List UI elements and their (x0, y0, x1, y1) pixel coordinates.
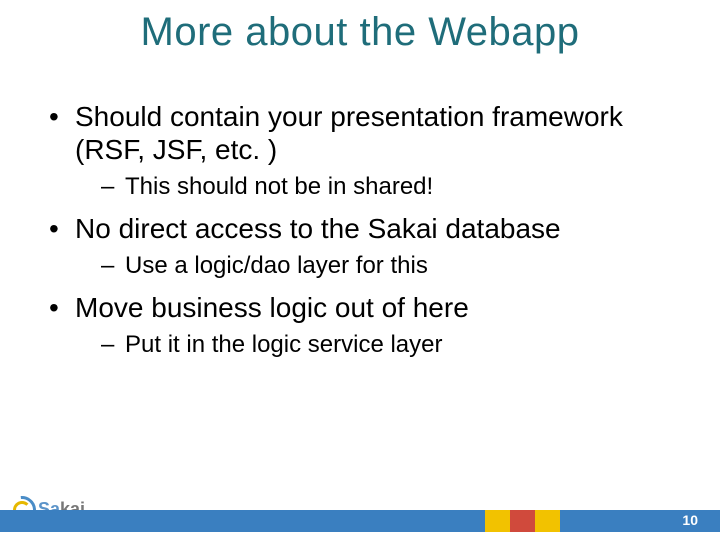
page-number: 10 (682, 512, 698, 528)
bullet-item: Move business logic out of here Put it i… (45, 291, 680, 360)
bullet-text: No direct access to the Sakai database (75, 213, 561, 244)
footer-stripe (485, 510, 510, 532)
sub-list: This should not be in shared! (75, 172, 680, 202)
sub-item: This should not be in shared! (75, 172, 680, 202)
bullet-item: Should contain your presentation framewo… (45, 100, 680, 202)
bullet-text: Should contain your presentation framewo… (75, 101, 623, 165)
sub-list: Put it in the logic service layer (75, 330, 680, 360)
footer-stripe (535, 510, 560, 532)
slide: More about the Webapp Should contain you… (0, 0, 720, 540)
slide-title: More about the Webapp (0, 0, 720, 55)
bullet-item: No direct access to the Sakai database U… (45, 212, 680, 281)
footer-bar: 10 (0, 510, 720, 532)
bullet-text: Move business logic out of here (75, 292, 469, 323)
sub-item: Use a logic/dao layer for this (75, 251, 680, 281)
bullet-list: Should contain your presentation framewo… (45, 100, 680, 360)
sub-list: Use a logic/dao layer for this (75, 251, 680, 281)
footer-stripe (510, 510, 535, 532)
slide-body: Should contain your presentation framewo… (45, 100, 680, 370)
footer-stripe (0, 510, 485, 532)
sub-item: Put it in the logic service layer (75, 330, 680, 360)
